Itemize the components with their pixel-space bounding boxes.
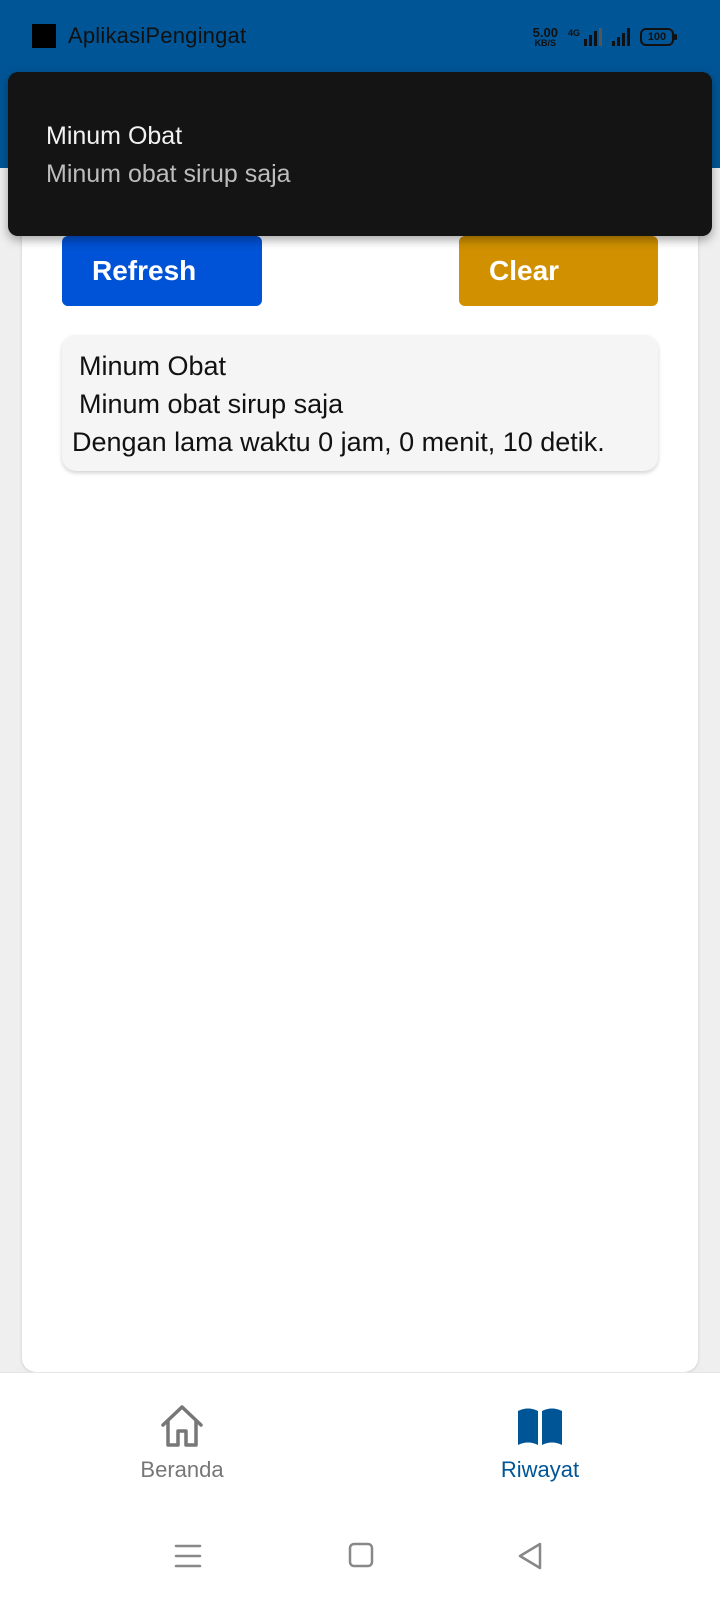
toast-title: Minum Obat	[46, 122, 183, 150]
history-duration: Dengan lama waktu 0 jam, 0 menit, 10 det…	[72, 427, 605, 457]
nav-item-beranda[interactable]: Beranda	[72, 1373, 292, 1513]
list-item[interactable]: Minum Obat Minum obat sirup saja Dengan …	[62, 335, 658, 471]
refresh-button[interactable]: Refresh	[62, 236, 262, 306]
system-navigation-bar	[0, 1512, 720, 1600]
home-icon	[161, 1405, 203, 1447]
status-bar: AplikasiPengingat 5.00 KB/S 4G 100	[0, 0, 720, 72]
clear-button[interactable]: Clear	[459, 236, 658, 306]
bottom-navigation: Beranda Riwayat	[0, 1372, 720, 1512]
nav-label-riwayat: Riwayat	[500, 1457, 580, 1482]
history-description: Minum obat sirup saja	[79, 389, 344, 419]
history-title: Minum Obat	[79, 351, 227, 381]
menu-icon[interactable]	[174, 1542, 202, 1570]
battery-icon: 100	[640, 28, 677, 46]
signal-icon	[612, 28, 630, 46]
signal-4g-icon: 4G	[568, 28, 602, 46]
back-icon[interactable]	[516, 1542, 544, 1570]
app-notification-icon	[32, 24, 56, 48]
book-icon	[518, 1408, 562, 1445]
nav-item-riwayat[interactable]: Riwayat	[430, 1373, 650, 1513]
home-square-icon[interactable]	[348, 1542, 374, 1568]
toast-body: Minum obat sirup saja	[46, 160, 291, 188]
notification-toast[interactable]: Minum Obat Minum obat sirup saja	[8, 72, 712, 236]
nav-label-beranda: Beranda	[140, 1457, 224, 1482]
status-app-name: AplikasiPengingat	[68, 23, 247, 48]
network-speed: 5.00 KB/S	[532, 25, 558, 48]
